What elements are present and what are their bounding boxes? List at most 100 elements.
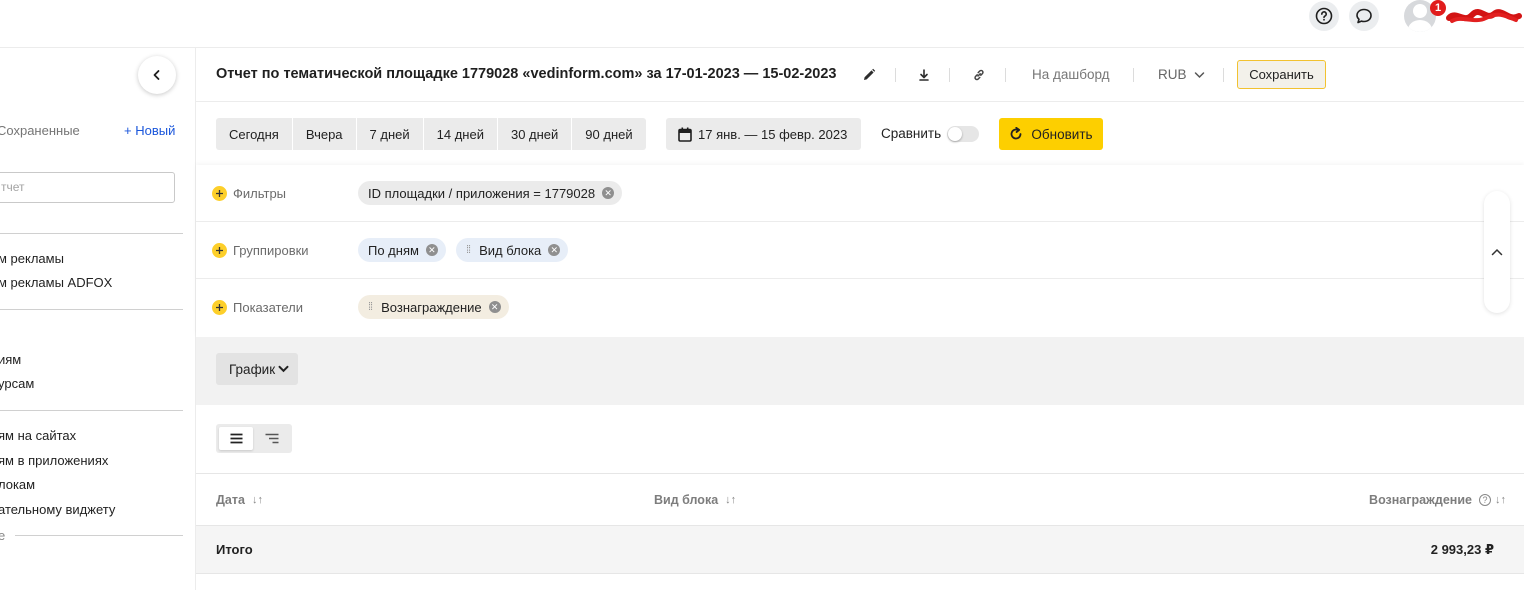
help-button[interactable] (1309, 1, 1339, 31)
sort-icon[interactable]: ↓↑ (252, 494, 263, 506)
new-report-link[interactable]: + Новый (124, 123, 175, 138)
column-header-block-type[interactable]: Вид блока ↓↑ (654, 493, 736, 507)
toolbar-separator (1223, 68, 1224, 82)
date-range-picker[interactable]: 17 янв. — 15 февр. 2023 (666, 118, 861, 150)
sidebar-item[interactable]: ям в приложениях (0, 453, 108, 468)
chart-toggle-button[interactable]: График (216, 353, 298, 385)
sidebar-item[interactable]: ательному виджету (0, 502, 115, 517)
remove-chip-icon[interactable]: ✕ (425, 244, 438, 256)
table-total-row: Итого 2 993,23 ₽ (196, 526, 1524, 574)
sort-icon[interactable]: ↓↑ (725, 494, 736, 506)
refresh-icon (1011, 127, 1022, 140)
sidebar-item[interactable]: иям (0, 352, 21, 367)
period-today-button[interactable]: Сегодня (216, 118, 293, 150)
add-metric-button[interactable] (212, 300, 227, 315)
chat-button[interactable] (1349, 1, 1379, 31)
period-yesterday-button[interactable]: Вчера (292, 118, 357, 150)
grouping-chip[interactable]: По дням ✕ (358, 238, 446, 262)
flat-view-button[interactable] (219, 427, 253, 450)
refresh-label: Обновить (1031, 126, 1093, 142)
metric-chip[interactable]: ⁞⁞ Вознаграждение ✕ (358, 295, 509, 319)
chevron-down-icon (278, 365, 289, 373)
copy-link-button[interactable] (970, 66, 988, 84)
top-bar: 1 (0, 0, 1524, 48)
sidebar-item[interactable]: м рекламы ADFOX (0, 275, 112, 290)
toggle-knob (948, 127, 962, 141)
report-search-input[interactable]: тчет (0, 172, 175, 203)
column-header-label: Вид блока (654, 493, 719, 507)
save-button[interactable]: Сохранить (1237, 60, 1326, 89)
add-grouping-button[interactable] (212, 243, 227, 258)
currency-value: RUB (1158, 67, 1187, 82)
report-config-panel: Фильтры ID площадки / приложения = 17790… (196, 165, 1524, 337)
collapse-sidebar-button[interactable] (138, 56, 176, 94)
period-14-days-button[interactable]: 14 дней (423, 118, 498, 150)
link-icon (974, 69, 984, 81)
add-filter-button[interactable] (212, 186, 227, 201)
avatar-body (1408, 20, 1432, 32)
sidebar-item[interactable]: урсам (0, 376, 34, 391)
remove-chip-icon[interactable]: ✕ (488, 301, 501, 313)
remove-chip-icon[interactable]: ✕ (602, 187, 615, 199)
question-circle-icon (1315, 7, 1333, 25)
notification-badge: 1 (1430, 0, 1446, 16)
sidebar: Сохраненные + Новый тчет м рекламы м рек… (0, 48, 196, 590)
list-icon (230, 433, 242, 444)
groupings-label: Группировки (233, 243, 309, 258)
edit-title-button[interactable] (860, 66, 878, 84)
remove-chip-icon[interactable]: ✕ (548, 244, 561, 256)
toolbar-separator (949, 68, 950, 82)
chevron-up-icon (1491, 248, 1503, 256)
chevron-left-icon (153, 70, 160, 80)
chevron-down-icon (1195, 72, 1205, 79)
compare-toggle[interactable] (947, 126, 979, 142)
grouping-chip[interactable]: ⁞⁞ Вид блока ✕ (456, 238, 569, 262)
sidebar-divider (0, 233, 183, 234)
drag-handle-icon[interactable]: ⁞⁞ (368, 301, 373, 313)
sidebar-more-section[interactable]: е (0, 528, 5, 543)
sidebar-item[interactable]: локам (0, 477, 35, 492)
column-header-reward[interactable]: Вознаграждение ? ↓↑ (1369, 493, 1506, 507)
sidebar-item[interactable]: м рекламы (0, 251, 64, 266)
column-header-date[interactable]: Дата ↓↑ (216, 493, 263, 507)
filters-label: Фильтры (233, 186, 287, 201)
period-presets: Сегодня Вчера 7 дней 14 дней 30 дней 90 … (216, 118, 646, 150)
tree-view-button[interactable] (255, 427, 289, 450)
chart-section: График (196, 337, 1524, 405)
column-header-label: Дата (216, 493, 245, 507)
redacted-username-scribble (1446, 9, 1522, 23)
drag-handle-icon[interactable]: ⁞⁞ (466, 244, 471, 256)
compare-label: Сравнить (881, 126, 942, 141)
plus-icon (216, 247, 223, 254)
filter-chip-label: ID площадки / приложения = 1779028 (368, 185, 596, 201)
period-7-days-button[interactable]: 7 дней (356, 118, 424, 150)
period-30-days-button[interactable]: 30 дней (497, 118, 573, 150)
total-label: Итого (216, 542, 253, 557)
pencil-icon (864, 68, 876, 80)
chat-bubble-icon (1356, 8, 1372, 24)
period-90-days-button[interactable]: 90 дней (572, 118, 646, 150)
download-button[interactable] (915, 66, 933, 84)
calendar-icon (678, 127, 692, 142)
date-range-value: 17 янв. — 15 февр. 2023 (698, 126, 848, 142)
sidebar-divider (0, 309, 183, 310)
chart-toggle-label: График (229, 361, 276, 377)
sidebar-divider (0, 410, 183, 411)
report-title-row: Отчет по тематической площадке 1779028 «… (196, 48, 1524, 102)
refresh-button[interactable]: Обновить (999, 118, 1103, 150)
filter-chip[interactable]: ID площадки / приложения = 1779028 ✕ (358, 181, 623, 205)
sidebar-item[interactable]: ям на сайтах (0, 428, 76, 443)
period-toolbar: Сегодня Вчера 7 дней 14 дней 30 дней 90 … (196, 102, 1524, 164)
sort-icon[interactable]: ↓↑ (1495, 494, 1506, 506)
toolbar-separator (1005, 68, 1006, 82)
help-icon[interactable]: ? (1479, 494, 1491, 506)
download-icon (919, 69, 929, 81)
add-to-dashboard-button[interactable]: На дашборд (1032, 67, 1110, 82)
plus-icon (216, 190, 223, 197)
total-value: 2 993,23 ₽ (1430, 542, 1494, 557)
currency-select[interactable]: RUB (1158, 67, 1205, 82)
report-title: Отчет по тематической площадке 1779028 «… (216, 66, 837, 82)
collapse-config-button[interactable] (1484, 191, 1510, 313)
groupings-row: Группировки По дням ✕ ⁞⁞ Вид блока ✕ (196, 222, 1524, 279)
saved-reports-tab[interactable]: Сохраненные (0, 123, 80, 138)
